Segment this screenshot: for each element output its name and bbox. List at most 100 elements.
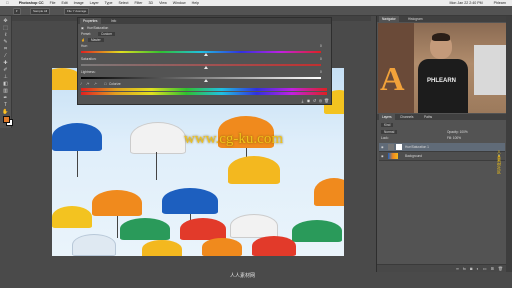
- layer-row[interactable]: ◉ Background 🔒: [379, 152, 505, 161]
- new-layer-icon[interactable]: ⊞: [491, 265, 494, 272]
- clock: Mon Jan 22 2:40 PM: [449, 1, 483, 5]
- colorize-label: Colorize: [109, 82, 121, 86]
- mask-icon[interactable]: ◙: [470, 265, 472, 272]
- hand-tool-icon[interactable]: ✋: [2, 109, 9, 115]
- saturation-slider-track[interactable]: [81, 64, 321, 66]
- tab-navigator[interactable]: Navigator: [379, 16, 399, 22]
- lasso-tool-icon[interactable]: ℓ: [2, 32, 9, 38]
- color-spectrum-top: [81, 88, 327, 91]
- adjustment-layer-icon[interactable]: ◐: [476, 265, 478, 272]
- color-spectrum-bottom: [81, 92, 327, 95]
- tab-paths[interactable]: Paths: [421, 114, 435, 120]
- adjustment-title: Hue/Saturation: [87, 26, 109, 30]
- eyedropper-tool-icon[interactable]: ⁄: [2, 53, 9, 59]
- lightness-slider-knob[interactable]: [204, 79, 208, 82]
- apple-icon[interactable]: : [6, 1, 9, 5]
- layer-name[interactable]: Background: [405, 152, 422, 160]
- umbrella-yellow-bottom: [142, 240, 182, 256]
- tools-panel: ✥ ⬚ ℓ ✎ ⌗ ⁄ ✚ ✐ ⊥ ◧ ▥ ✒ T ✋: [0, 16, 13, 128]
- eraser-tool-icon[interactable]: ◧: [2, 81, 9, 87]
- umbrella-red-bottom: [252, 236, 296, 256]
- eyedropper-minus-icon[interactable]: ⁄−: [95, 82, 97, 86]
- layer-name[interactable]: Hue/Saturation 1: [405, 143, 429, 151]
- reset-icon[interactable]: ↺: [312, 99, 317, 103]
- crop-tool-icon[interactable]: ⌗: [2, 46, 9, 52]
- user-name[interactable]: Phlearn: [494, 1, 506, 5]
- menu-help[interactable]: Help: [192, 1, 199, 5]
- menu-filter[interactable]: Filter: [134, 1, 142, 5]
- app-name[interactable]: Photoshop CC: [19, 1, 44, 5]
- background-layer-thumb: [388, 153, 398, 159]
- saturation-label: Saturation:: [81, 57, 97, 61]
- hue-slider-knob[interactable]: [204, 53, 208, 56]
- menu-layer[interactable]: Layer: [90, 1, 99, 5]
- visibility-eye-icon[interactable]: ◉: [381, 143, 384, 151]
- pen-tool-icon[interactable]: ✒: [2, 95, 9, 101]
- preset-dropdown[interactable]: Custom: [98, 32, 115, 36]
- saturation-slider-knob[interactable]: [204, 66, 208, 69]
- foreground-color-swatch[interactable]: [3, 116, 10, 123]
- properties-tabs: Properties Info: [78, 18, 331, 24]
- folder-icon[interactable]: ▭: [483, 265, 487, 272]
- colorize-checkbox[interactable]: ☐: [104, 82, 107, 86]
- type-tool-icon[interactable]: T: [2, 102, 9, 108]
- tab-info[interactable]: Info: [108, 18, 119, 24]
- menu-type[interactable]: Type: [105, 1, 113, 5]
- clip-icon[interactable]: ⤓: [300, 99, 305, 103]
- menu-view[interactable]: View: [159, 1, 167, 5]
- side-watermark: 人人素材社区: [497, 150, 502, 174]
- tab-channels[interactable]: Channels: [397, 114, 416, 120]
- fx-icon[interactable]: fx: [463, 265, 466, 272]
- layer-filter-dropdown[interactable]: Kind: [381, 123, 394, 127]
- collapsed-panels-strip[interactable]: [506, 16, 512, 272]
- hue-label: Hue:: [81, 44, 88, 48]
- brush-tool-icon[interactable]: ✐: [2, 67, 9, 73]
- bottom-logo: 人人素材网: [230, 273, 256, 279]
- quick-select-tool-icon[interactable]: ✎: [2, 39, 9, 45]
- properties-panel: Properties Info ▣ Hue/Saturation Preset:…: [77, 17, 332, 105]
- trash-icon[interactable]: 🗑: [498, 265, 503, 272]
- channel-dropdown[interactable]: Master: [88, 38, 104, 42]
- hue-value[interactable]: 0: [320, 44, 322, 48]
- eyedropper-plus-icon[interactable]: ⁄+: [87, 82, 89, 86]
- menu-3d[interactable]: 3D: [148, 1, 153, 5]
- umbrella-green-right: [292, 220, 342, 242]
- sample-size-option[interactable]: File Y Average: [64, 8, 90, 15]
- fill-field[interactable]: Fill: 100%: [447, 136, 461, 140]
- link-icon[interactable]: ∞: [456, 265, 459, 272]
- sample-all-option[interactable]: Sample All: [30, 8, 51, 15]
- tab-histogram[interactable]: Histogram: [405, 16, 426, 22]
- menu-file[interactable]: File: [50, 1, 56, 5]
- visibility-icon[interactable]: ◎: [318, 99, 323, 103]
- lightness-value[interactable]: 0: [320, 70, 322, 74]
- tool-preset-picker[interactable]: ▾: [13, 8, 21, 15]
- menu-select[interactable]: Select: [118, 1, 128, 5]
- clone-tool-icon[interactable]: ⊥: [2, 74, 9, 80]
- trash-icon[interactable]: 🗑: [324, 99, 329, 103]
- menu-image[interactable]: Image: [74, 1, 84, 5]
- target-adjust-icon[interactable]: ☝: [81, 38, 85, 42]
- opacity-field[interactable]: Opacity: 100%: [447, 130, 468, 134]
- monitor: [474, 45, 506, 95]
- menu-window[interactable]: Window: [173, 1, 186, 5]
- layer-mask-thumb[interactable]: [396, 144, 402, 150]
- lightness-slider-track[interactable]: [81, 77, 321, 79]
- saturation-value[interactable]: 0: [320, 57, 322, 61]
- layer-row[interactable]: ◉ Hue/Saturation 1: [379, 143, 505, 152]
- gradient-tool-icon[interactable]: ▥: [2, 88, 9, 94]
- tab-properties[interactable]: Properties: [80, 18, 101, 24]
- move-tool-icon[interactable]: ✥: [2, 18, 9, 24]
- eye-icon[interactable]: ◉: [306, 99, 311, 103]
- umbrella-lightblue: [72, 234, 116, 256]
- marquee-tool-icon[interactable]: ⬚: [2, 25, 9, 31]
- lock-label: Lock:: [381, 136, 389, 140]
- healing-tool-icon[interactable]: ✚: [2, 60, 9, 66]
- tab-layers[interactable]: Layers: [379, 114, 395, 120]
- menu-edit[interactable]: Edit: [61, 1, 67, 5]
- letter-sign: A: [380, 61, 405, 98]
- blend-mode-dropdown[interactable]: Normal: [381, 130, 398, 134]
- visibility-eye-icon[interactable]: ◉: [381, 152, 384, 160]
- hue-slider-track[interactable]: [81, 51, 321, 53]
- person-hair: [432, 33, 450, 41]
- eyedropper-icon[interactable]: ⁄: [81, 82, 82, 86]
